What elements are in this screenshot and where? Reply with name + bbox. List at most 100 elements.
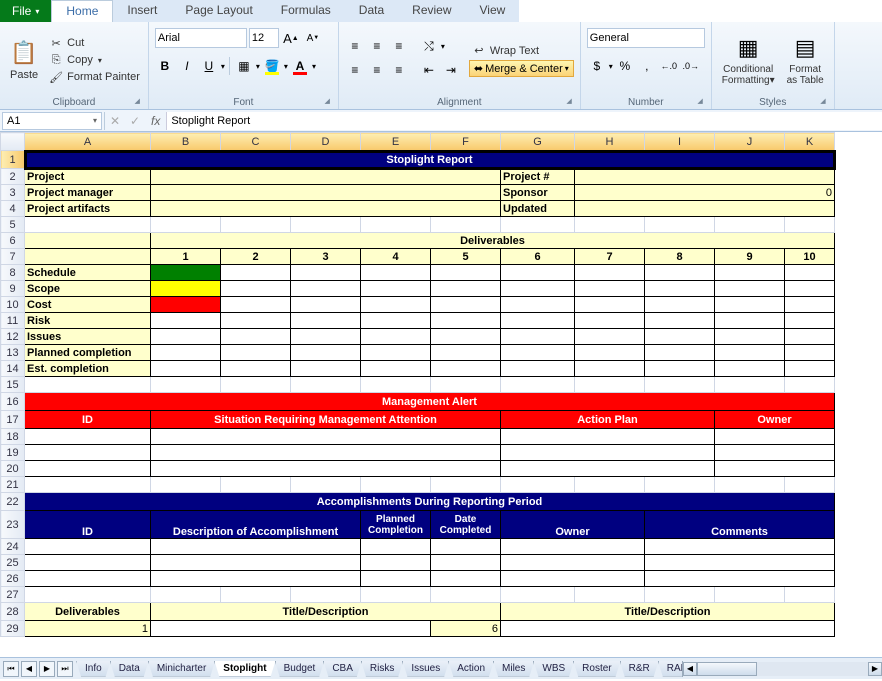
cell-I11[interactable] <box>645 313 715 329</box>
cell-F12[interactable] <box>431 329 501 345</box>
sheet-tab-data[interactable]: Data <box>110 661 149 677</box>
cell-C8[interactable] <box>221 265 291 281</box>
cell-B28[interactable]: Title/Description <box>151 603 501 621</box>
row-header-11[interactable]: 11 <box>1 313 25 329</box>
cell-D14[interactable] <box>291 361 361 377</box>
cell-B21[interactable] <box>151 477 221 493</box>
cell-G18[interactable] <box>501 429 715 445</box>
cell-J17[interactable]: Owner <box>715 411 835 429</box>
cell-G5[interactable] <box>501 217 575 233</box>
cell-A12[interactable]: Issues <box>25 329 151 345</box>
sheet-tab-wbs[interactable]: WBS <box>533 661 574 677</box>
cell-D10[interactable] <box>291 297 361 313</box>
cell-A11[interactable]: Risk <box>25 313 151 329</box>
cut-button[interactable]: ✂Cut <box>46 36 142 51</box>
cell-B10[interactable] <box>151 297 221 313</box>
align-left-button[interactable]: ≡ <box>345 60 365 80</box>
cell-A7[interactable] <box>25 249 151 265</box>
cell-G13[interactable] <box>501 345 575 361</box>
cell-F21[interactable] <box>431 477 501 493</box>
tab-view[interactable]: View <box>466 0 520 22</box>
cell-A9[interactable]: Scope <box>25 281 151 297</box>
cell-B20[interactable] <box>151 461 501 477</box>
cell-B25[interactable] <box>151 555 361 571</box>
cell-E8[interactable] <box>361 265 431 281</box>
cell-A13[interactable]: Planned completion <box>25 345 151 361</box>
cell-E26[interactable] <box>361 571 431 587</box>
cell-B11[interactable] <box>151 313 221 329</box>
currency-button[interactable]: $ <box>587 56 607 76</box>
cell-C7[interactable]: 2 <box>221 249 291 265</box>
sheet-tab-ram[interactable]: RAM <box>658 661 682 677</box>
row-header-8[interactable]: 8 <box>1 265 25 281</box>
cell-A24[interactable] <box>25 539 151 555</box>
cell-I23[interactable]: Comments <box>645 511 835 539</box>
row-header-15[interactable]: 15 <box>1 377 25 393</box>
cell-G29[interactable] <box>501 621 835 637</box>
cell-K10[interactable] <box>785 297 835 313</box>
cell-A17[interactable]: ID <box>25 411 151 429</box>
cell-A10[interactable]: Cost <box>25 297 151 313</box>
cell-J15[interactable] <box>715 377 785 393</box>
cell-K14[interactable] <box>785 361 835 377</box>
cell-E23[interactable]: PlannedCompletion <box>361 511 431 539</box>
cell-A20[interactable] <box>25 461 151 477</box>
cell-D12[interactable] <box>291 329 361 345</box>
italic-button[interactable]: I <box>177 56 197 76</box>
cell-A5[interactable] <box>25 217 151 233</box>
cell-F9[interactable] <box>431 281 501 297</box>
cell-F25[interactable] <box>431 555 501 571</box>
cell-D21[interactable] <box>291 477 361 493</box>
cell-E11[interactable] <box>361 313 431 329</box>
cell-F10[interactable] <box>431 297 501 313</box>
cell-H7[interactable]: 7 <box>575 249 645 265</box>
cell-K7[interactable]: 10 <box>785 249 835 265</box>
cell-F29[interactable]: 6 <box>431 621 501 637</box>
shrink-font-button[interactable]: A▼ <box>303 28 323 48</box>
cell-B29[interactable] <box>151 621 431 637</box>
row-header-21[interactable]: 21 <box>1 477 25 493</box>
cell-G4[interactable]: Updated <box>501 201 575 217</box>
tab-next-button[interactable]: ▶ <box>39 661 55 677</box>
cell-B26[interactable] <box>151 571 361 587</box>
cell-K27[interactable] <box>785 587 835 603</box>
sheet-tab-miles[interactable]: Miles <box>493 661 534 677</box>
cell-G28[interactable]: Title/Description <box>501 603 835 621</box>
cell-E5[interactable] <box>361 217 431 233</box>
cell-B7[interactable]: 1 <box>151 249 221 265</box>
cell-C15[interactable] <box>221 377 291 393</box>
select-all-corner[interactable] <box>1 133 25 151</box>
cell-A3[interactable]: Project manager <box>25 185 151 201</box>
cell-G3[interactable]: Sponsor <box>501 185 575 201</box>
row-header-10[interactable]: 10 <box>1 297 25 313</box>
cell-A25[interactable] <box>25 555 151 571</box>
cell-G19[interactable] <box>501 445 715 461</box>
cell-B12[interactable] <box>151 329 221 345</box>
col-header-A[interactable]: A <box>25 133 151 151</box>
increase-decimal-button[interactable]: ←.0 <box>659 56 679 76</box>
cell-D13[interactable] <box>291 345 361 361</box>
cell-J13[interactable] <box>715 345 785 361</box>
cell-I15[interactable] <box>645 377 715 393</box>
tab-prev-button[interactable]: ◀ <box>21 661 37 677</box>
cell-G15[interactable] <box>501 377 575 393</box>
row-header-13[interactable]: 13 <box>1 345 25 361</box>
cell-J12[interactable] <box>715 329 785 345</box>
row-header-24[interactable]: 24 <box>1 539 25 555</box>
cell-B23[interactable]: Description of Accomplishment <box>151 511 361 539</box>
cell-E10[interactable] <box>361 297 431 313</box>
cell-K9[interactable] <box>785 281 835 297</box>
row-header-23[interactable]: 23 <box>1 511 25 539</box>
align-bottom-button[interactable]: ≡ <box>389 36 409 56</box>
cell-I25[interactable] <box>645 555 835 571</box>
align-right-button[interactable]: ≡ <box>389 60 409 80</box>
col-header-I[interactable]: I <box>645 133 715 151</box>
cell-I14[interactable] <box>645 361 715 377</box>
tab-home[interactable]: Home <box>51 0 113 22</box>
cell-F11[interactable] <box>431 313 501 329</box>
tab-page-layout[interactable]: Page Layout <box>171 0 266 22</box>
horizontal-scrollbar[interactable]: ◀ ▶ <box>682 661 882 677</box>
cell-A28[interactable]: Deliverables <box>25 603 151 621</box>
sheet-tab-budget[interactable]: Budget <box>275 661 325 677</box>
cell-B15[interactable] <box>151 377 221 393</box>
